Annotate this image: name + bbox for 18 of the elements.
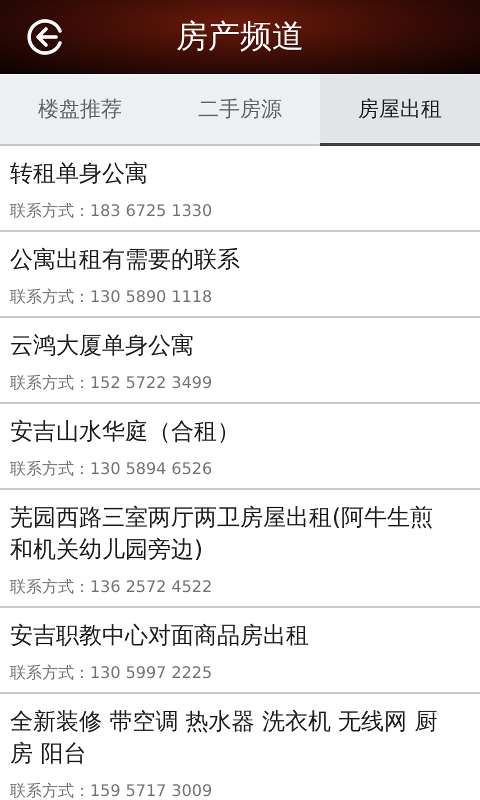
contact-info: 联系方式：183 6725 1330 [10,200,214,222]
screen-title: 房产频道 [176,16,304,57]
listing-title[interactable]: 云鸿大厦单身公寓 [10,330,450,362]
contact-info: 联系方式：130 5890 1118 [10,286,214,308]
listing-title[interactable]: 转租单身公寓 [10,158,450,190]
tab[interactable]: 二手房源 [160,74,320,144]
contact-info: 联系方式：136 2572 4522 [10,576,214,598]
tab[interactable]: 楼盘推荐 [0,74,160,144]
tab[interactable]: 房屋出租 [320,74,480,146]
listing-title[interactable]: 安吉山水华庭（合租） [10,416,450,448]
contact-info: 联系方式：159 5717 3009 [10,780,214,800]
contact-info: 联系方式：130 5894 6526 [10,458,214,480]
contact-info: 联系方式：130 5997 2225 [10,662,214,684]
listing-title[interactable]: 全新装修 带空调 热水器 洗衣机 无线网 厨房 阳台 [10,706,450,770]
contact-info: 联系方式：152 5722 3499 [10,372,214,394]
listing-title[interactable]: 芜园西路三室两厅两卫房屋出租(阿牛生煎和机关幼儿园旁边) [10,502,450,566]
listing-title[interactable]: 安吉职教中心对面商品房出租 [10,620,450,652]
listing-title[interactable]: 公寓出租有需要的联系 [10,244,450,276]
